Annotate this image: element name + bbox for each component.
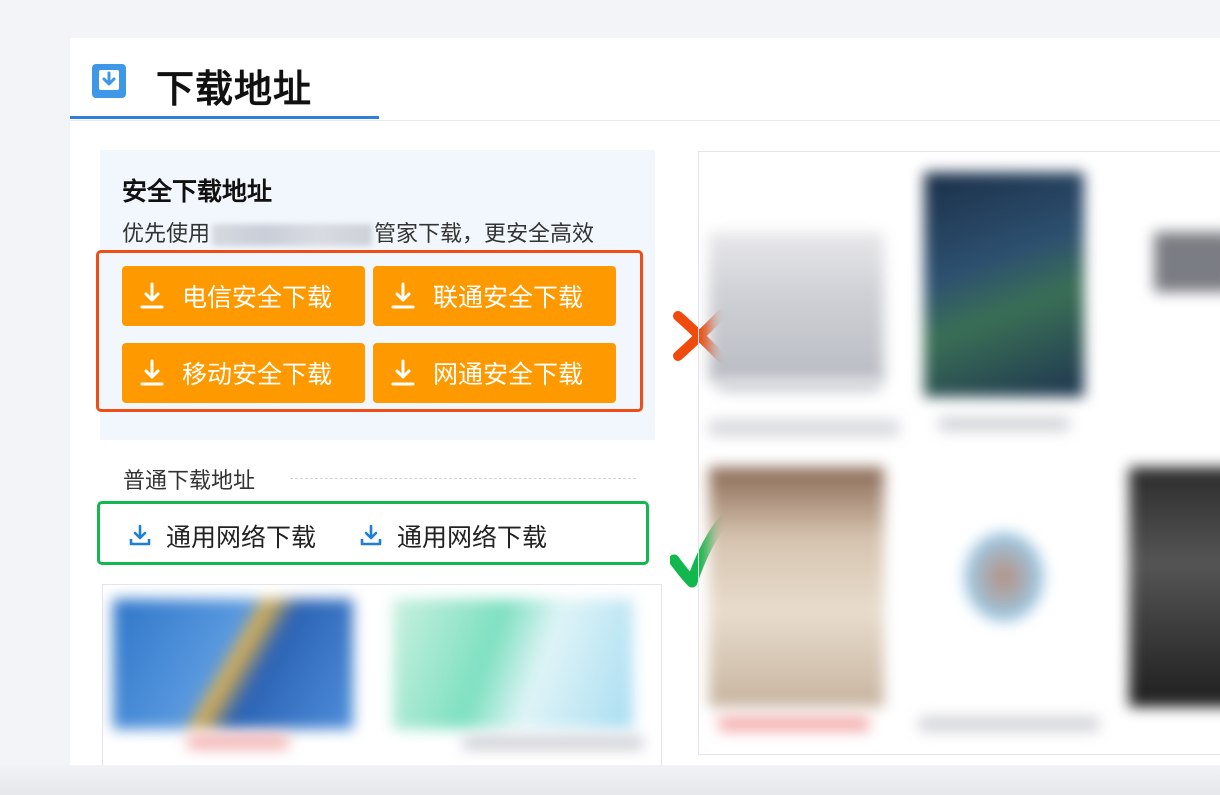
mobile-safe-download-button[interactable]: 移动安全下载 — [122, 343, 365, 403]
section-divider — [290, 478, 636, 479]
page-bottom-edge — [0, 765, 1220, 795]
desc-prefix: 优先使用 — [122, 222, 211, 247]
download-box-icon — [92, 64, 126, 98]
normal-download-title: 普通下载地址 — [123, 469, 256, 494]
general-network-download-link-1[interactable]: 通用网络下载 — [128, 518, 316, 554]
download-arrow-icon — [140, 282, 164, 309]
button-label: 移动安全下载 — [182, 360, 333, 389]
link-label: 通用网络下载 — [397, 523, 548, 552]
download-arrow-icon — [391, 282, 415, 309]
netcom-safe-download-button[interactable]: 网通安全下载 — [373, 343, 616, 403]
title-underline — [70, 116, 379, 119]
download-arrow-icon — [391, 359, 415, 386]
blurred-app-name — [212, 224, 373, 246]
download-arrow-icon — [140, 359, 164, 386]
button-label: 网通安全下载 — [433, 360, 584, 389]
safe-download-title: 安全下载地址 — [122, 177, 273, 206]
page-title: 下载地址 — [156, 67, 313, 111]
download-panel: 下载地址 安全下载地址 优先使用 管家下载，更安全高效 电信安全下载 联通安全下载… — [70, 38, 1220, 768]
download-tray-icon — [129, 524, 151, 546]
section-header: 下载地址 — [70, 38, 1220, 121]
blurred-related-content — [698, 151, 1220, 755]
safe-download-section: 安全下载地址 优先使用 管家下载，更安全高效 电信安全下载 联通安全下载 移动安全… — [96, 150, 655, 440]
general-network-download-link-2[interactable]: 通用网络下载 — [359, 518, 547, 554]
link-label: 通用网络下载 — [166, 523, 317, 552]
blurred-recommendation-thumbnails — [102, 584, 662, 768]
download-tray-icon — [360, 524, 382, 546]
button-label: 电信安全下载 — [182, 283, 333, 312]
telecom-safe-download-button[interactable]: 电信安全下载 — [122, 266, 365, 326]
desc-suffix: 管家下载，更安全高效 — [374, 222, 595, 247]
unicom-safe-download-button[interactable]: 联通安全下载 — [373, 266, 616, 326]
button-label: 联通安全下载 — [433, 283, 584, 312]
safe-download-description: 优先使用 管家下载，更安全高效 — [122, 216, 594, 248]
